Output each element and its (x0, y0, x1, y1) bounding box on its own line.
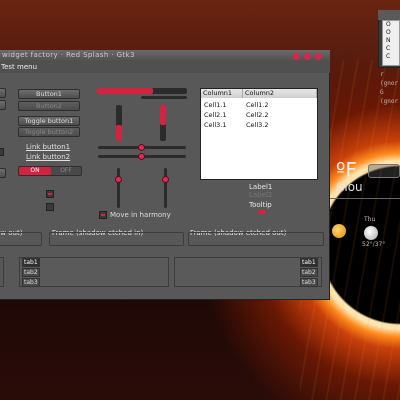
tooltip-label: Tooltip (249, 201, 272, 209)
terminal-text: r (gnor G (gnor (380, 70, 400, 106)
cloud-icon (364, 226, 378, 240)
clipped-check[interactable] (0, 148, 4, 156)
clipped-button[interactable] (0, 88, 6, 98)
frame-etched-in (49, 232, 184, 246)
scale-knob[interactable] (138, 144, 145, 151)
tooltip-indicator (258, 210, 266, 214)
toggle-button2[interactable]: Toggle button2 (18, 127, 80, 137)
tree-view[interactable]: Column1 Column2 Cell1.1 Cell1.2 Cell2.1 … (200, 88, 318, 180)
tab-tab2[interactable]: tab2 (22, 268, 40, 277)
weather-condition: Clou (336, 180, 363, 194)
move-in-harmony-label: Move in harmony (110, 211, 171, 219)
table-cell[interactable]: Cell2.1 (204, 111, 227, 119)
popup-menu-item[interactable]: O (386, 29, 399, 37)
table-cell[interactable]: Cell3.2 (246, 121, 269, 129)
popup-menu-item[interactable]: O (386, 21, 399, 29)
terminal-line: (gnor (380, 98, 399, 105)
test-menu[interactable]: Test menu (1, 63, 37, 71)
scale-knob[interactable] (115, 176, 122, 183)
weather-temps: 52°/37° (362, 241, 386, 248)
notebook-left-clipped (0, 257, 4, 287)
tab-tab2[interactable]: tab2 (300, 268, 318, 277)
side-window-menubar[interactable] (378, 10, 400, 20)
menubar (0, 62, 330, 73)
progress-fill (160, 105, 166, 125)
weather-temperature: ºF (336, 158, 357, 182)
weather-badge (368, 164, 400, 178)
clipped-button[interactable] (0, 168, 6, 178)
label2: Label2 (249, 191, 273, 199)
table-cell[interactable]: Cell2.2 (246, 111, 269, 119)
vertical-scale-2[interactable] (164, 168, 167, 208)
tab-tab1[interactable]: tab1 (300, 258, 318, 267)
link-button2[interactable]: Link button2 (26, 153, 70, 161)
switch[interactable]: ON OFF (18, 166, 82, 176)
switch-off[interactable]: OFF (51, 167, 81, 175)
popup-menu[interactable]: O O N C C (382, 20, 400, 66)
popup-menu-item[interactable]: C (386, 53, 399, 61)
move-in-harmony-check[interactable] (99, 211, 107, 219)
tab-tab3[interactable]: tab3 (22, 278, 40, 287)
table-cell[interactable]: Cell3.1 (204, 121, 227, 129)
notebook-left (19, 257, 169, 287)
vertical-progress-right (160, 105, 166, 141)
column-header[interactable]: Column1 (201, 89, 243, 98)
button2[interactable]: Button2 (18, 101, 80, 111)
vertical-progress-left (116, 105, 122, 141)
terminal-line: r (380, 71, 384, 78)
checkbox[interactable] (46, 190, 54, 198)
terminal-line: G (380, 89, 384, 96)
maximize-button[interactable] (304, 53, 311, 60)
scale-knob[interactable] (162, 176, 169, 183)
clipped-button[interactable] (0, 100, 6, 110)
switch-on[interactable]: ON (19, 167, 51, 175)
checkbox[interactable] (46, 203, 54, 211)
window-title: widget factory · Red Splash · Gtk3 (2, 51, 135, 59)
vertical-scale-1[interactable] (117, 168, 120, 208)
progress-bar-thin (141, 96, 187, 99)
close-button[interactable] (315, 53, 322, 60)
weather-day: Thu (364, 216, 376, 223)
tab-tab1[interactable]: tab1 (22, 258, 40, 267)
progress-fill (116, 125, 122, 141)
column-header[interactable]: Column2 (243, 89, 317, 98)
progress-fill (97, 88, 153, 94)
popup-menu-item[interactable]: C (386, 45, 399, 53)
frame-etched-out (188, 232, 324, 246)
popup-menu-item[interactable]: N (386, 37, 399, 45)
progress-bar-top (97, 88, 187, 94)
label1: Label1 (249, 183, 273, 191)
minimize-button[interactable] (293, 53, 300, 60)
table-cell[interactable]: Cell1.1 (204, 101, 227, 109)
frame-shadow-out (0, 232, 42, 246)
terminal-line: (gnor (380, 80, 399, 87)
weather-divider (330, 198, 400, 199)
sun-icon (332, 224, 346, 238)
scale-knob[interactable] (138, 153, 145, 160)
link-button1[interactable]: Link button1 (26, 143, 70, 151)
table-cell[interactable]: Cell1.2 (246, 101, 269, 109)
toggle-button1[interactable]: Toggle button1 (18, 116, 80, 126)
button1[interactable]: Button1 (18, 89, 80, 99)
tab-tab3[interactable]: tab3 (300, 278, 318, 287)
